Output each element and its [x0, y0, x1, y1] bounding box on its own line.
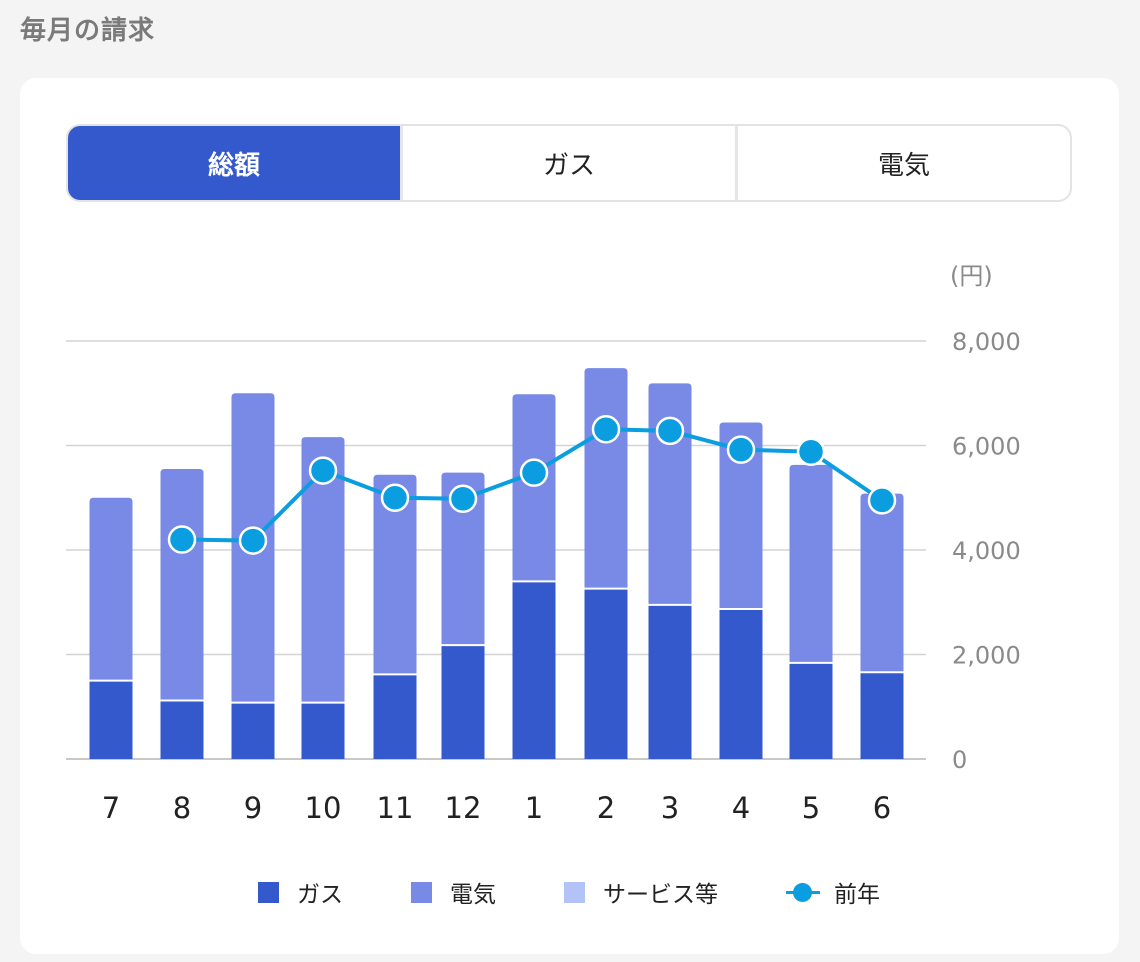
legend-services: サービス等: [564, 872, 718, 912]
bar-gas: [160, 700, 204, 759]
x-tick-label: 11: [377, 791, 414, 825]
legend-electric: 電気: [411, 872, 496, 912]
y-tick-label: 6,000: [952, 433, 1021, 461]
bar-gas: [719, 609, 763, 759]
prev-year-point: [167, 525, 197, 554]
x-tick-label: 4: [732, 791, 750, 825]
prev-year-point: [591, 415, 621, 444]
bar-gas: [860, 672, 904, 759]
bar-electric: [512, 394, 556, 582]
prev-year-point: [519, 458, 549, 487]
bar-gas: [89, 680, 133, 759]
y-unit-label: (円): [950, 262, 993, 290]
prev-year-point: [380, 483, 410, 512]
bar-electric: [89, 497, 133, 681]
prev-year-point: [448, 484, 478, 514]
bar-gas: [512, 581, 556, 759]
bar-electric: [789, 464, 833, 663]
x-tick-label: 1: [525, 791, 543, 825]
y-tick-label: 2,000: [952, 642, 1021, 670]
legend-gas: ガス: [258, 872, 343, 912]
x-tick-label: 12: [445, 791, 482, 825]
prev-year-point: [796, 437, 826, 467]
chart-legend: ガス 電気 サービス等 前年: [0, 872, 1140, 912]
x-tick-label: 2: [597, 791, 615, 825]
x-tick-label: 6: [873, 791, 891, 825]
bar-gas: [584, 588, 628, 759]
legend-electric-label: 電気: [450, 882, 496, 908]
legend-services-label: サービス等: [603, 882, 718, 908]
bar-gas: [301, 702, 345, 759]
prev-year-point: [867, 486, 897, 515]
x-tick-label: 10: [305, 791, 342, 825]
bar-gas: [648, 604, 692, 759]
prev-year-point: [308, 456, 338, 485]
legend-electric-swatch: [411, 881, 432, 903]
legend-prev-year: 前年: [786, 872, 880, 912]
x-tick-label: 9: [244, 791, 262, 825]
legend-prev-year-swatch: [786, 882, 820, 903]
prev-year-point: [238, 526, 268, 555]
bar-gas: [373, 674, 417, 759]
bar-electric: [160, 469, 204, 701]
bar-gas: [441, 645, 485, 759]
prev-year-point: [726, 435, 756, 464]
y-tick-label: 8,000: [952, 328, 1021, 356]
bar-electric: [860, 493, 904, 673]
x-tick-label: 5: [802, 791, 820, 825]
y-tick-label: 0: [952, 746, 967, 774]
legend-gas-swatch: [258, 881, 279, 903]
monthly-bill-chart: 02,0004,0006,0008,000(円)7 8 9 10 11 12 1 2 3 4 5 6: [66, 262, 1021, 825]
bar-electric: [648, 383, 692, 605]
bar-electric: [584, 368, 628, 589]
y-tick-label: 4,000: [952, 537, 1021, 565]
legend-gas-label: ガス: [297, 882, 343, 908]
x-tick-label: 7: [102, 791, 120, 825]
bar-gas: [231, 702, 275, 759]
x-tick-label: 3: [661, 791, 679, 825]
legend-services-swatch: [564, 881, 585, 903]
legend-prev-year-label: 前年: [834, 882, 880, 908]
x-tick-label: 8: [173, 791, 191, 825]
prev-year-point: [655, 416, 685, 446]
bar-gas: [789, 662, 833, 759]
